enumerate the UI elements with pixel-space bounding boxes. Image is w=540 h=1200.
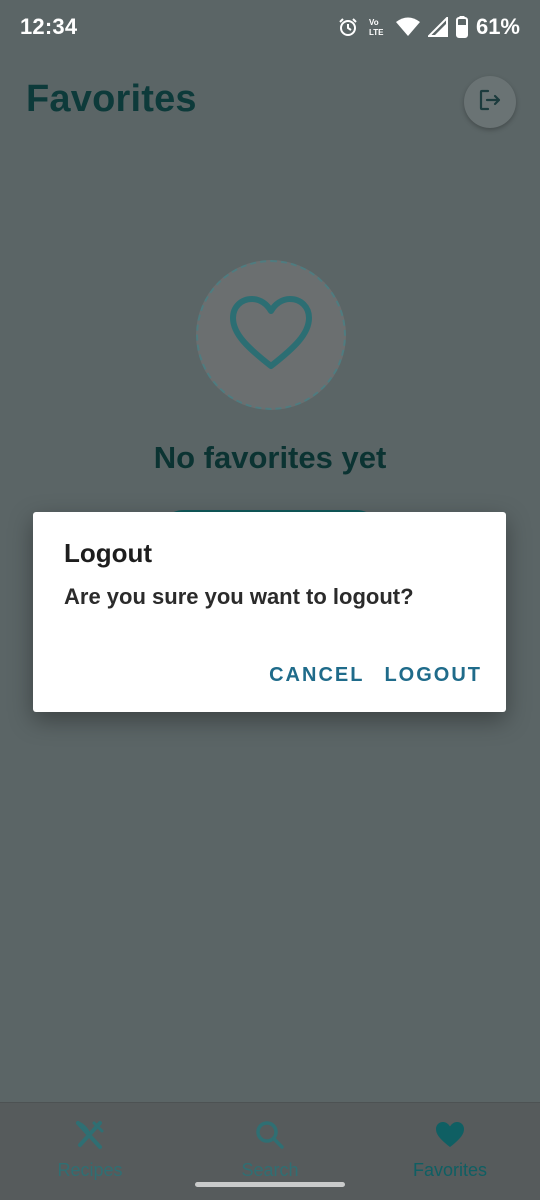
- nav-label-favorites: Favorites: [412, 1160, 488, 1180]
- nav-item-search[interactable]: Search: [180, 1119, 360, 1181]
- fork-knife-icon: [74, 1119, 106, 1156]
- heart-outline-icon: [228, 294, 314, 377]
- alarm-icon: [338, 17, 358, 37]
- svg-text:Vo: Vo: [369, 18, 379, 27]
- nav-label-recipes: Recipes: [57, 1160, 123, 1180]
- logout-icon: [477, 87, 503, 118]
- empty-state-illustration: [196, 260, 346, 410]
- svg-text:LTE: LTE: [369, 28, 384, 37]
- page-title: Favorites: [26, 78, 197, 120]
- nav-item-recipes[interactable]: Recipes: [0, 1119, 180, 1181]
- favorites-screen: 12:34 Vo LTE 61% Favorites No favorites …: [0, 0, 540, 1200]
- status-time: 12:34: [20, 14, 78, 39]
- dialog-message: Are you sure you want to logout?: [64, 584, 414, 609]
- volte-icon: Vo LTE: [366, 16, 388, 38]
- nav-item-favorites[interactable]: Favorites: [360, 1119, 540, 1181]
- empty-state-title: No favorites yet: [153, 440, 387, 475]
- cancel-button[interactable]: CANCEL: [269, 664, 364, 687]
- logout-button[interactable]: [464, 76, 516, 128]
- wifi-icon: [395, 17, 420, 37]
- battery-icon: [455, 16, 468, 38]
- heart-icon: [434, 1119, 466, 1156]
- status-icons: Vo LTE 61%: [338, 14, 520, 40]
- signal-icon: [427, 17, 448, 37]
- logout-dialog: Logout Are you sure you want to logout? …: [33, 512, 506, 712]
- nav-label-search: Search: [241, 1160, 299, 1180]
- dialog-actions: CANCEL LOGOUT: [269, 664, 482, 687]
- status-bar: 12:34 Vo LTE 61%: [0, 0, 540, 54]
- home-indicator[interactable]: [195, 1182, 345, 1187]
- search-icon: [254, 1119, 286, 1156]
- confirm-logout-button[interactable]: LOGOUT: [384, 664, 482, 687]
- battery-percentage: 61%: [475, 14, 520, 39]
- dialog-title: Logout: [64, 538, 153, 568]
